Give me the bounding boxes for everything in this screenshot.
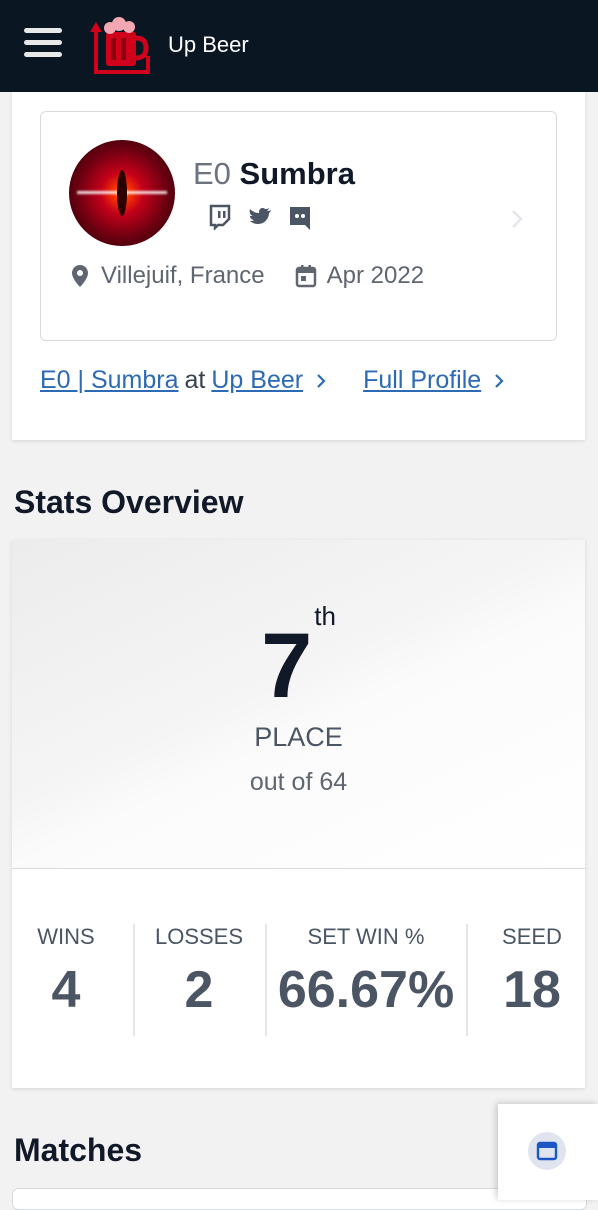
brand-name[interactable]: Up Beer	[168, 32, 249, 58]
stat-losses: LOSSES 2	[138, 924, 260, 1020]
stat-label: LOSSES	[154, 924, 244, 949]
player-prefix: E0	[193, 156, 231, 191]
profile-card: E0 Sumbra Villejuif, France Apr 2022 E0 …	[12, 92, 585, 440]
stat-value: 66.67%	[277, 961, 455, 1019]
player-profile-box[interactable]: E0 Sumbra Villejuif, France Apr 2022	[40, 111, 557, 341]
matches-heading: Matches	[14, 1132, 143, 1168]
floating-action-panel	[498, 1104, 598, 1200]
profile-meta: Villejuif, France Apr 2022	[69, 262, 424, 290]
calendar-icon	[295, 265, 316, 288]
team-link-at: at	[184, 366, 206, 394]
player-name: E0 Sumbra	[193, 156, 355, 192]
stat-seed: SEED 18	[488, 924, 576, 1020]
stat-value: 2	[184, 961, 214, 1019]
chevron-right-icon	[512, 210, 523, 228]
stats-overview-card: 7th PLACE out of 64 WINS 4 LOSSES 2 SET …	[12, 540, 585, 1088]
full-profile-link[interactable]: Full Profile	[363, 366, 481, 395]
stat-divider	[265, 924, 267, 1036]
stat-divider	[466, 924, 468, 1036]
stat-label: WINS	[37, 924, 95, 949]
discord-icon[interactable]	[287, 204, 313, 230]
team-player-link[interactable]: E0 | Sumbra	[40, 366, 179, 395]
stat-wins: WINS 4	[26, 924, 106, 1020]
player-joined-date: Apr 2022	[326, 262, 425, 289]
top-navigation-bar: Up Beer	[0, 0, 598, 92]
hamburger-menu-icon[interactable]	[24, 28, 62, 62]
social-links	[207, 204, 313, 230]
placement-total: out of 64	[249, 768, 348, 796]
stats-overview-heading: Stats Overview	[14, 484, 244, 520]
player-location: Villejuif, France	[101, 262, 265, 289]
stat-value: 4	[51, 961, 81, 1019]
up-beer-logo[interactable]	[86, 14, 156, 78]
player-gamer-tag: Sumbra	[239, 156, 355, 191]
stat-label: SEED	[502, 924, 562, 949]
placement-number: 7th	[261, 601, 336, 717]
stat-value: 18	[503, 961, 561, 1019]
chevron-right-icon	[495, 373, 504, 388]
profile-links: E0 | Sumbra at Up Beer Full Profile	[40, 366, 505, 395]
placement-label: PLACE	[254, 722, 343, 752]
window-icon	[536, 1141, 558, 1161]
window-toggle-button[interactable]	[528, 1132, 566, 1170]
stat-set-win-percent: SET WIN % 66.67%	[270, 924, 462, 1020]
placement-panel: 7th PLACE out of 64	[12, 540, 585, 869]
chevron-right-icon	[317, 373, 326, 388]
twitch-icon[interactable]	[207, 204, 233, 230]
team-org-link[interactable]: Up Beer	[211, 366, 303, 395]
stat-divider	[133, 924, 135, 1036]
placement-suffix: th	[314, 601, 336, 632]
avatar	[69, 140, 175, 246]
stat-label: SET WIN %	[307, 924, 425, 949]
twitter-icon[interactable]	[247, 204, 273, 230]
location-pin-icon	[72, 265, 88, 287]
